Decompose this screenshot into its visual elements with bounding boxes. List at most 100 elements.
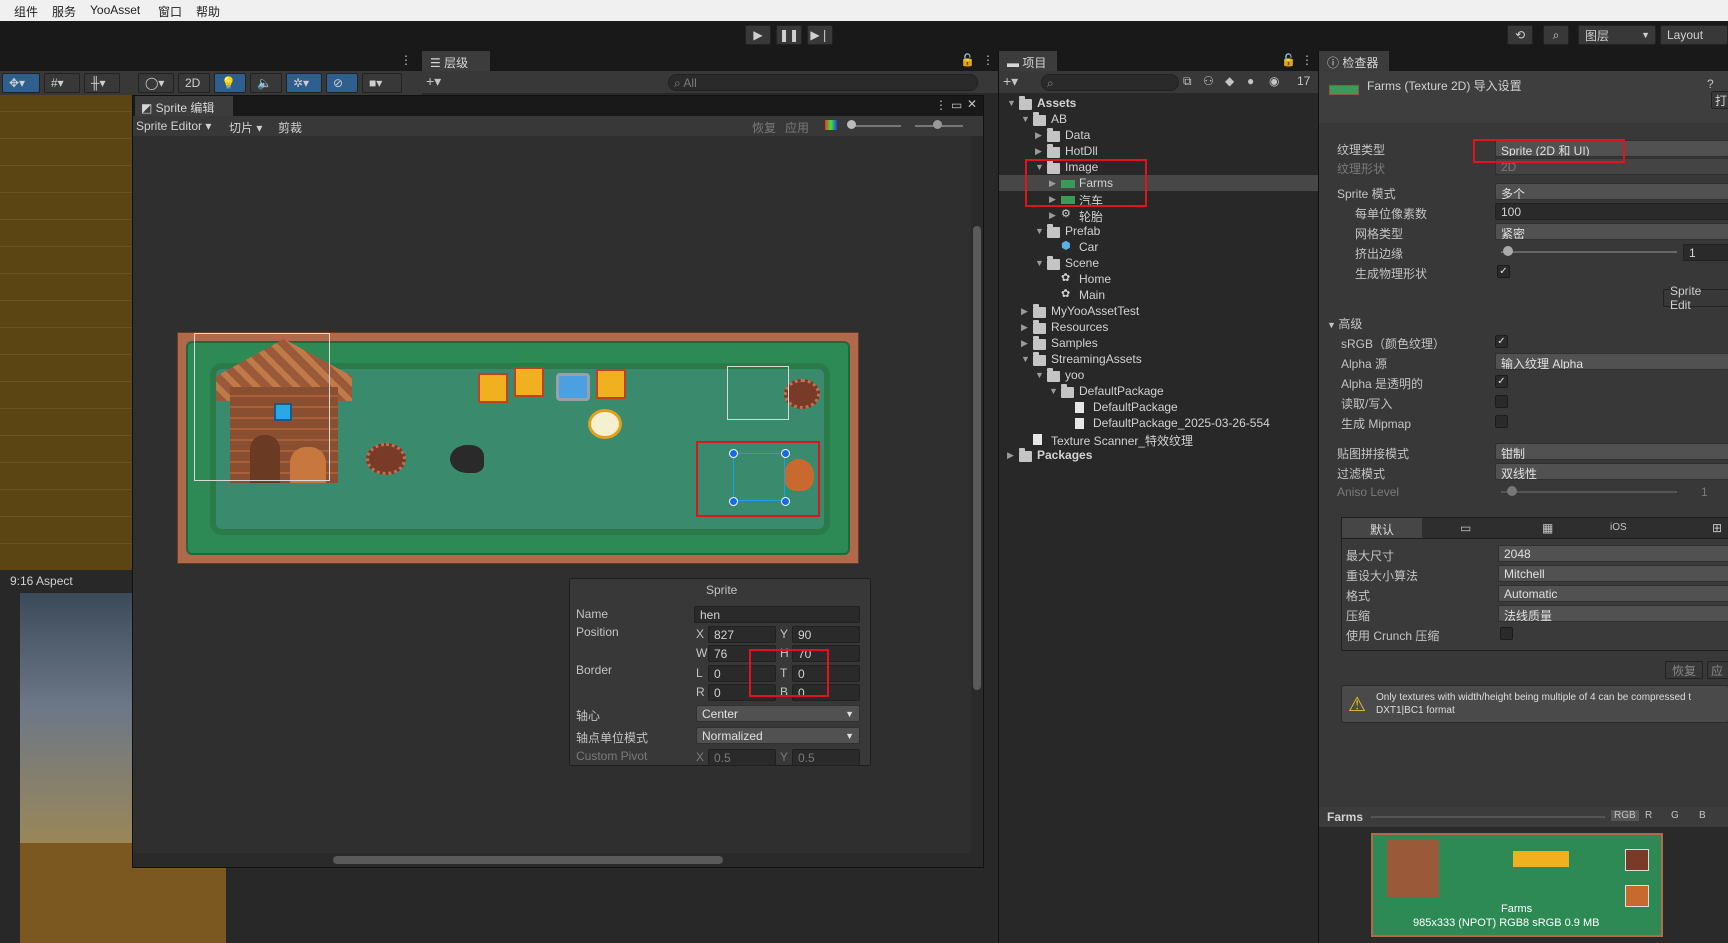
extrude-slider-handle[interactable] bbox=[1503, 246, 1513, 256]
project-tree-item[interactable]: ▼ DefaultPackage bbox=[999, 383, 1319, 399]
vertical-scroll-thumb[interactable] bbox=[973, 226, 981, 690]
triangle-right-icon[interactable]: ▶ bbox=[1021, 338, 1028, 349]
filter-mode-dropdown[interactable]: 双线性 bbox=[1495, 463, 1728, 480]
lock-icon[interactable]: 🔓 bbox=[960, 53, 975, 67]
project-tree-item[interactable]: DefaultPackage bbox=[999, 399, 1319, 415]
menu-item-window[interactable]: 窗口 bbox=[158, 3, 182, 20]
custom-pivot-x-input[interactable]: 0.5 bbox=[708, 749, 776, 766]
project-tree-item[interactable]: ▶ Samples bbox=[999, 335, 1319, 351]
format-dropdown[interactable]: Automatic bbox=[1498, 585, 1728, 602]
triangle-down-icon[interactable]: ▼ bbox=[1007, 98, 1016, 108]
sprite-rect-barn[interactable] bbox=[194, 333, 330, 481]
menu-item-services[interactable]: 服务 bbox=[52, 3, 76, 20]
increment-snap-button[interactable]: ╫▾ bbox=[84, 73, 120, 93]
channel-rgb-button[interactable]: RGB bbox=[1611, 810, 1639, 821]
grid-snap-button[interactable]: #▾ bbox=[44, 73, 80, 93]
audio-button[interactable]: 🔈 bbox=[250, 73, 282, 93]
pivot-unit-dropdown[interactable]: Normalized ▼ bbox=[696, 727, 860, 744]
add-icon[interactable]: +▾ bbox=[1003, 73, 1018, 90]
ppu-input[interactable]: 100 bbox=[1495, 203, 1728, 220]
hierarchy-search-input[interactable]: ⌕ All bbox=[668, 74, 978, 91]
extrude-input[interactable]: 1 bbox=[1683, 244, 1728, 261]
project-tree-item[interactable]: ▶ HotDll bbox=[999, 143, 1319, 159]
triangle-right-icon[interactable]: ▶ bbox=[1021, 322, 1028, 333]
max-size-dropdown[interactable]: 2048 bbox=[1498, 545, 1728, 562]
project-tree-item[interactable]: ▶ Data bbox=[999, 127, 1319, 143]
channel-g-button[interactable]: G bbox=[1671, 810, 1679, 821]
read-write-checkbox[interactable] bbox=[1495, 395, 1508, 408]
wrap-mode-dropdown[interactable]: 钳制 bbox=[1495, 443, 1728, 460]
menu-item-component[interactable]: 组件 bbox=[14, 3, 38, 20]
alpha-source-dropdown[interactable]: 输入纹理 Alpha bbox=[1495, 353, 1728, 370]
sprite-name-input[interactable]: hen bbox=[694, 606, 860, 623]
menu-item-yooasset[interactable]: YooAsset bbox=[90, 3, 140, 17]
layers-dropdown[interactable]: 图层 ▼ bbox=[1578, 25, 1656, 45]
camera-button[interactable]: ■▾ bbox=[362, 73, 402, 93]
filter-by-type-icon[interactable]: ⚇ bbox=[1203, 74, 1214, 88]
position-x-input[interactable]: 827 bbox=[708, 626, 776, 643]
project-tree-item[interactable]: ▼ AB bbox=[999, 111, 1319, 127]
triangle-down-icon[interactable]: ▼ bbox=[1021, 354, 1030, 364]
triangle-right-icon[interactable]: ▶ bbox=[1035, 146, 1042, 157]
extrude-slider[interactable] bbox=[1501, 251, 1677, 253]
project-tree-item[interactable]: ▼ StreamingAssets bbox=[999, 351, 1319, 367]
tab-sprite-editor[interactable]: ◩ Sprite 编辑器 bbox=[135, 96, 233, 132]
effects-button[interactable]: ✲▾ bbox=[286, 73, 322, 93]
scene-canvas-grid[interactable] bbox=[0, 95, 132, 570]
preview-mip-slider[interactable] bbox=[1371, 816, 1605, 818]
more-icon[interactable]: ⋮ bbox=[1301, 53, 1313, 67]
mipmap-checkbox[interactable] bbox=[1495, 415, 1508, 428]
revert-button[interactable]: 恢复 bbox=[752, 119, 776, 136]
menu-item-help[interactable]: 帮助 bbox=[196, 3, 220, 20]
project-tree-item[interactable]: ▶ MyYooAssetTest bbox=[999, 303, 1319, 319]
more-icon[interactable]: ⋮ bbox=[935, 98, 947, 112]
mip-slider-handle[interactable] bbox=[933, 120, 942, 129]
horizontal-scrollbar[interactable] bbox=[133, 853, 983, 867]
lighting-button[interactable]: 💡 bbox=[214, 73, 246, 93]
project-tree-item[interactable]: ▼ Assets bbox=[999, 95, 1319, 111]
srgb-checkbox[interactable]: ✓ bbox=[1495, 335, 1508, 348]
tab-project[interactable]: ▬ 项目 bbox=[999, 51, 1057, 71]
step-button[interactable]: ▶❘ bbox=[807, 25, 833, 45]
triangle-down-icon[interactable]: ▼ bbox=[1035, 226, 1044, 236]
zoom-slider[interactable] bbox=[849, 125, 901, 127]
slice-dropdown[interactable]: 切片 ▾ bbox=[229, 119, 262, 136]
tab-platform-default[interactable]: 默认 bbox=[1342, 518, 1422, 538]
tab-hierarchy[interactable]: ☰ 层级 bbox=[422, 51, 490, 71]
shading-mode-button[interactable]: ◯▾ bbox=[138, 73, 174, 93]
search-button[interactable]: ⌕ bbox=[1543, 25, 1569, 45]
apply-button[interactable]: 应 bbox=[1707, 661, 1728, 679]
triangle-right-icon[interactable]: ▶ bbox=[1035, 130, 1042, 141]
project-tree-item[interactable]: ▼ Scene bbox=[999, 255, 1319, 271]
sprite-rect-nest[interactable] bbox=[727, 366, 789, 420]
channel-b-button[interactable]: B bbox=[1699, 810, 1706, 821]
triangle-right-icon[interactable]: ▶ bbox=[1007, 450, 1014, 461]
project-tree-item[interactable]: Texture Scanner_特效纹理 bbox=[999, 431, 1319, 448]
monitor-icon[interactable]: ▭ bbox=[1460, 521, 1471, 535]
sprite-mode-dropdown[interactable]: 多个 bbox=[1495, 183, 1728, 200]
triangle-right-icon[interactable]: ▶ bbox=[1021, 306, 1028, 317]
apply-button[interactable]: 应用 bbox=[785, 119, 809, 136]
custom-pivot-y-input[interactable]: 0.5 bbox=[792, 749, 860, 766]
project-tree-item[interactable]: ▼ Prefab bbox=[999, 223, 1319, 239]
project-tree-item[interactable]: ▶ ⚙ 轮胎 bbox=[999, 207, 1319, 224]
server-icon[interactable]: ▦ bbox=[1542, 521, 1553, 535]
layout-dropdown[interactable]: Layout bbox=[1660, 25, 1728, 45]
advanced-foldout[interactable]: ▼ 高级 bbox=[1327, 315, 1362, 332]
info-icon[interactable]: ● bbox=[1247, 74, 1254, 88]
sprite-editor-button[interactable]: Sprite Edit bbox=[1663, 284, 1728, 312]
open-button[interactable]: 打 bbox=[1711, 91, 1728, 109]
pause-button[interactable]: ❚❚ bbox=[776, 25, 802, 45]
project-tree-item[interactable]: ⬢ Car bbox=[999, 239, 1319, 255]
aniso-slider[interactable] bbox=[1501, 491, 1677, 493]
search-by-type-icon[interactable]: ⧉ bbox=[1183, 74, 1192, 89]
add-icon[interactable]: +▾ bbox=[426, 73, 441, 90]
more-icon[interactable]: ⋮ bbox=[400, 53, 412, 67]
zoom-slider-handle[interactable] bbox=[847, 120, 856, 129]
hidden-packages-icon[interactable]: ◉ bbox=[1269, 74, 1279, 88]
resize-algorithm-dropdown[interactable]: Mitchell bbox=[1498, 565, 1728, 582]
history-button[interactable]: ⟲ bbox=[1507, 25, 1533, 45]
label-icon[interactable]: ◆ bbox=[1225, 74, 1234, 88]
more-icon[interactable]: ⋮ bbox=[982, 53, 994, 67]
project-tree-item[interactable]: DefaultPackage_2025-03-26-554 bbox=[999, 415, 1319, 431]
